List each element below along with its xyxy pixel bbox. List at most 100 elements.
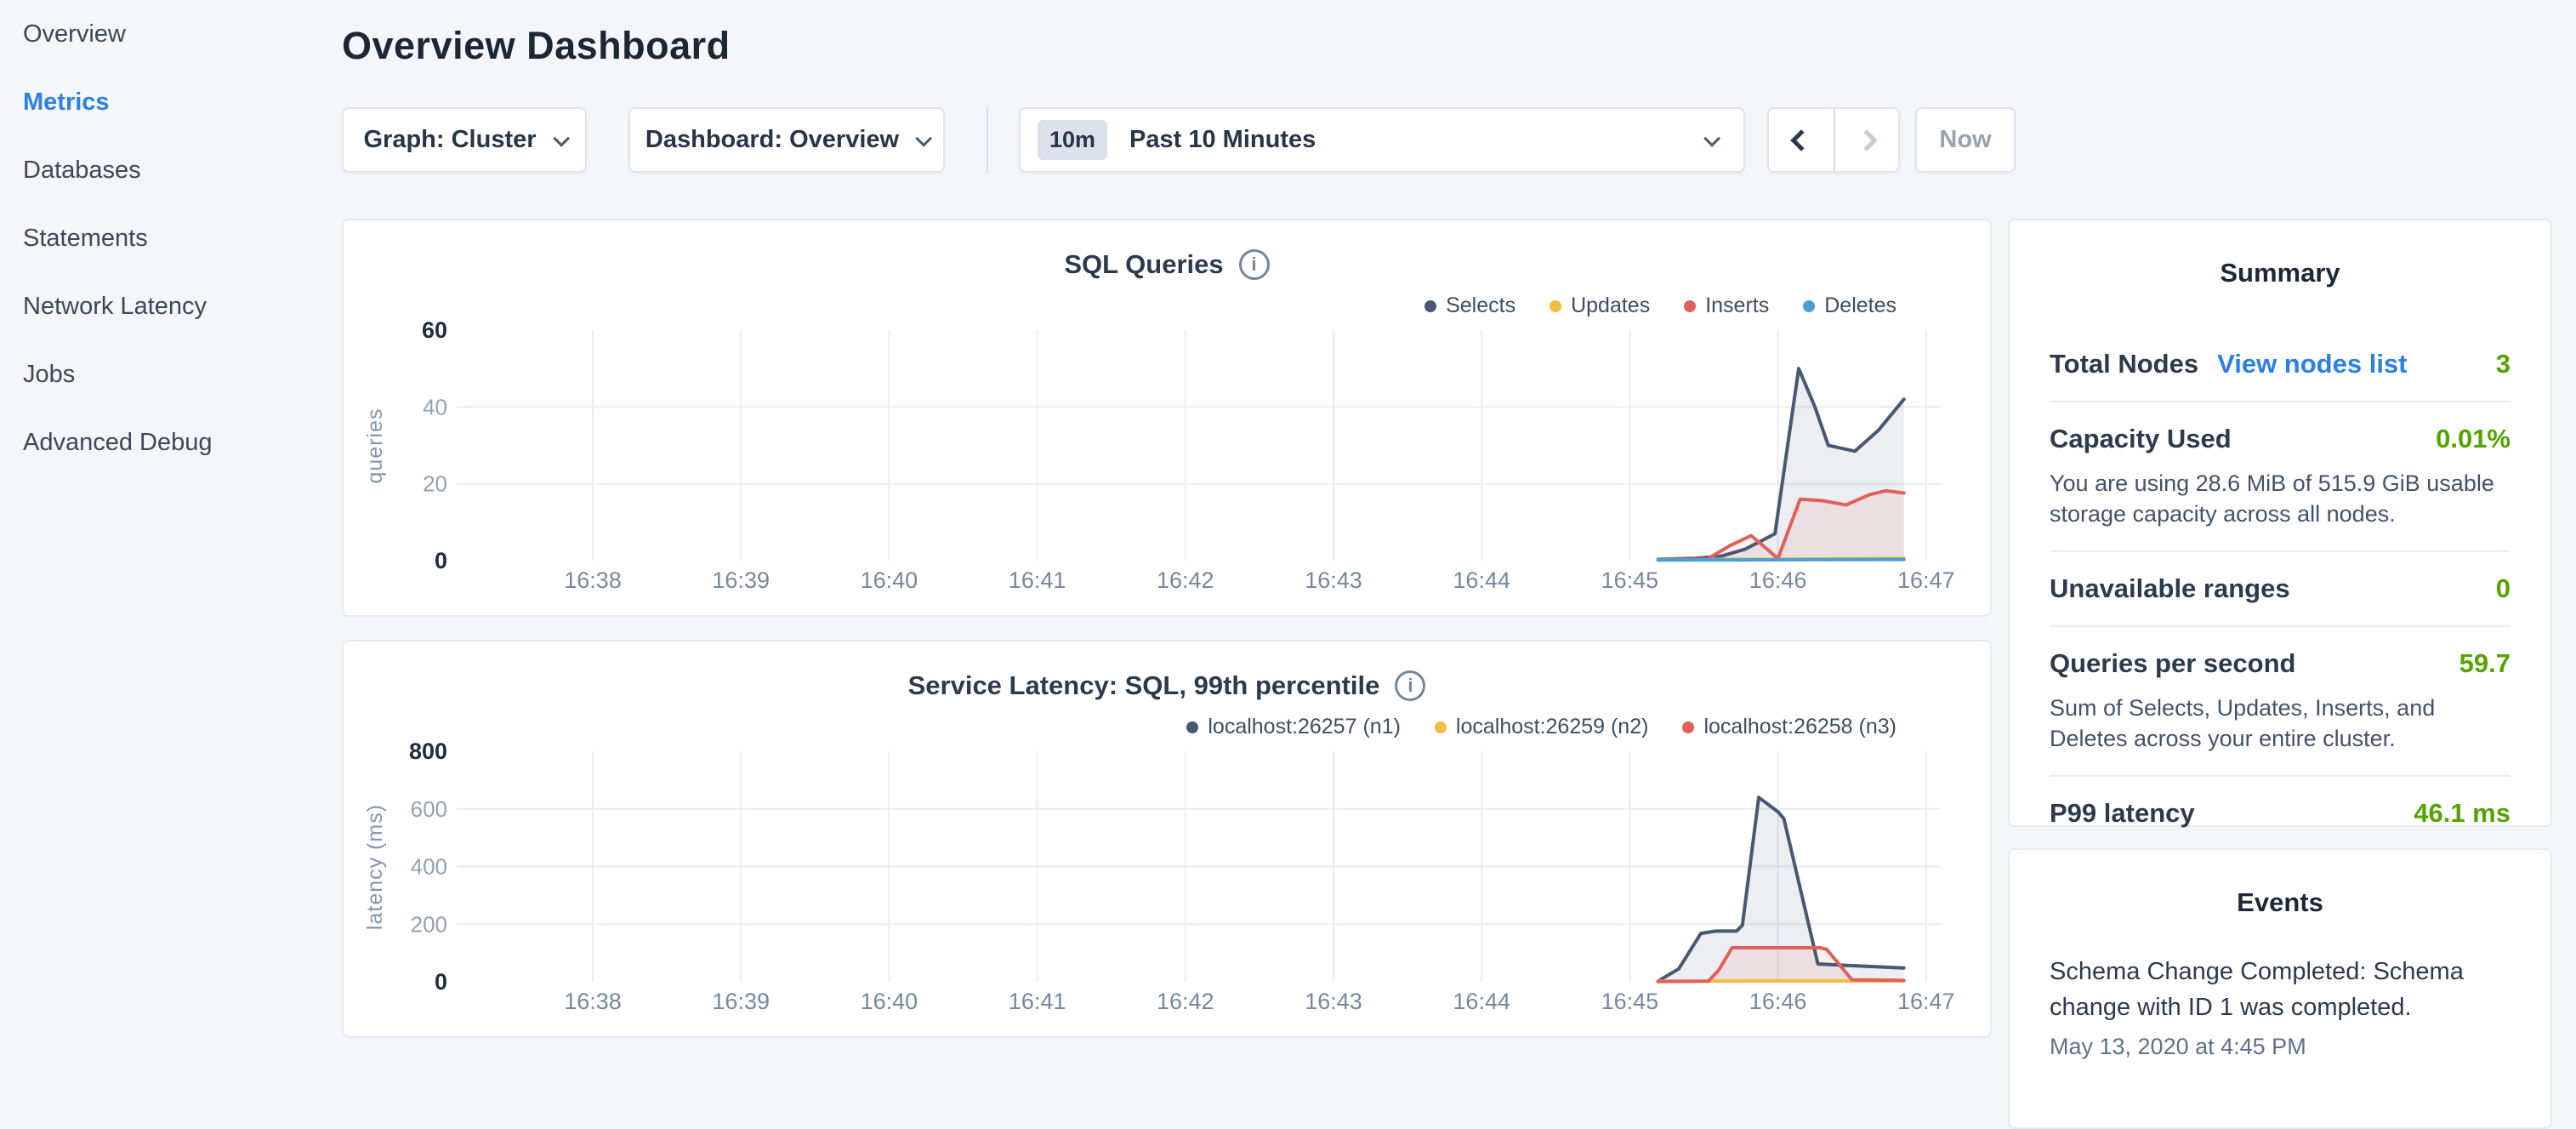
svg-text:200: 200 xyxy=(411,911,447,937)
legend-label: localhost:26257 (n1) xyxy=(1208,715,1401,739)
svg-text:16:46: 16:46 xyxy=(1749,567,1807,593)
legend-label: Deletes xyxy=(1824,294,1896,318)
summary-row-description: Sum of Selects, Updates, Inserts, and De… xyxy=(2050,693,2511,754)
svg-text:60: 60 xyxy=(422,317,447,343)
time-step-forward-button[interactable] xyxy=(1834,109,1898,171)
graph-dropdown[interactable]: Graph: Cluster xyxy=(342,107,587,173)
sidebar-item-overview[interactable]: Overview xyxy=(0,0,340,68)
legend-item: localhost:26259 (n2) xyxy=(1435,715,1649,739)
chart-legend: localhost:26257 (n1) localhost:26259 (n2)… xyxy=(1186,715,1896,739)
svg-text:16:39: 16:39 xyxy=(712,989,770,1014)
summary-row-unavailable-ranges: Unavailable ranges 0 xyxy=(2050,552,2511,627)
series-color-dot-icon xyxy=(1424,300,1436,312)
summary-row-p99-latency: P99 latency 46.1 ms xyxy=(2050,777,2511,850)
summary-row-label: Unavailable ranges xyxy=(2050,573,2290,604)
svg-text:600: 600 xyxy=(411,796,447,822)
summary-row-label: Capacity Used xyxy=(2050,424,2232,454)
sidebar-item-advanced-debug[interactable]: Advanced Debug xyxy=(0,408,340,476)
dashboard-dropdown[interactable]: Dashboard: Overview xyxy=(628,107,945,173)
svg-text:16:38: 16:38 xyxy=(564,989,622,1014)
chart-title: Service Latency: SQL, 99th percentile xyxy=(908,670,1380,701)
svg-text:16:38: 16:38 xyxy=(564,567,622,593)
svg-text:16:46: 16:46 xyxy=(1749,989,1807,1014)
legend-label: Selects xyxy=(1446,294,1515,318)
legend-item: Deletes xyxy=(1803,294,1896,318)
time-step-back-button[interactable] xyxy=(1769,109,1834,171)
svg-text:16:47: 16:47 xyxy=(1897,989,1955,1014)
dashboard-dropdown-label: Dashboard: Overview xyxy=(645,126,899,154)
event-item: Schema Change Completed: Schema change w… xyxy=(2050,954,2511,1060)
summary-row-value: 46.1 ms xyxy=(2414,798,2511,829)
series-color-dot-icon xyxy=(1435,721,1447,733)
legend-item: Updates xyxy=(1550,294,1650,318)
svg-text:16:44: 16:44 xyxy=(1453,989,1510,1014)
chevron-left-icon xyxy=(1790,129,1811,151)
sidebar-item-metrics[interactable]: Metrics xyxy=(0,68,340,136)
view-nodes-list-link[interactable]: View nodes list xyxy=(2217,349,2407,379)
chart-legend: Selects Updates Inserts Deletes xyxy=(1424,294,1896,318)
summary-rows: Total NodesView nodes list3Capacity Used… xyxy=(2050,328,2511,850)
svg-text:40: 40 xyxy=(423,394,447,419)
summary-panel: Summary Total NodesView nodes list3Capac… xyxy=(2008,219,2552,827)
events-panel: Events Schema Change Completed: Schema c… xyxy=(2008,848,2552,1129)
chart-title: SQL Queries xyxy=(1064,249,1223,280)
svg-text:16:42: 16:42 xyxy=(1157,567,1214,593)
summary-row-capacity-used: Capacity Used 0.01% You are using 28.6 MiB… xyxy=(2050,402,2511,552)
svg-text:16:43: 16:43 xyxy=(1305,989,1362,1014)
sql-queries-chart-card: 16:3816:3916:4016:4116:4216:4316:4416:45… xyxy=(342,219,1992,617)
toolbar-divider xyxy=(987,107,988,173)
legend-label: Updates xyxy=(1571,294,1650,318)
legend-item: Selects xyxy=(1424,294,1515,318)
chevron-down-icon xyxy=(1703,129,1720,146)
chevron-down-icon xyxy=(553,129,570,146)
svg-text:20: 20 xyxy=(423,471,447,497)
sidebar-item-statements[interactable]: Statements xyxy=(0,204,340,272)
summary-row-value: 59.7 xyxy=(2459,648,2511,679)
events-list: Schema Change Completed: Schema change w… xyxy=(2010,954,2550,1060)
sidebar-item-databases[interactable]: Databases xyxy=(0,136,340,204)
svg-text:queries: queries xyxy=(363,408,387,484)
time-range-badge: 10m xyxy=(1038,120,1107,160)
summary-row-value: 3 xyxy=(2496,349,2511,379)
chevron-right-icon xyxy=(1856,129,1877,151)
event-text: Schema Change Completed: Schema change w… xyxy=(2050,954,2511,1025)
page-title: Overview Dashboard xyxy=(342,24,731,68)
svg-text:16:44: 16:44 xyxy=(1453,567,1510,593)
now-button[interactable]: Now xyxy=(1915,107,2016,173)
legend-item: Inserts xyxy=(1684,294,1769,318)
summary-row-value: 0 xyxy=(2496,573,2511,604)
summary-row-queries-per-second: Queries per second 59.7 Sum of Selects, Up… xyxy=(2050,627,2511,777)
time-step-buttons xyxy=(1767,107,1900,173)
svg-text:16:41: 16:41 xyxy=(1009,567,1066,593)
info-icon[interactable]: i xyxy=(1239,249,1270,280)
svg-text:800: 800 xyxy=(409,738,447,764)
service-latency-chart-card: 16:3816:3916:4016:4116:4216:4316:4416:45… xyxy=(342,640,1992,1038)
summary-row-label: Queries per second xyxy=(2050,648,2295,679)
summary-row-description: You are using 28.6 MiB of 515.9 GiB usab… xyxy=(2050,468,2511,529)
time-range-dropdown[interactable]: 10m Past 10 Minutes xyxy=(1019,107,1745,173)
legend-item: localhost:26257 (n1) xyxy=(1186,715,1401,739)
series-color-dot-icon xyxy=(1186,721,1198,733)
sidebar-item-network-latency[interactable]: Network Latency xyxy=(0,272,340,340)
series-color-dot-icon xyxy=(1682,721,1694,733)
summary-row-label: P99 latency xyxy=(2050,798,2195,829)
svg-text:16:47: 16:47 xyxy=(1897,567,1955,593)
svg-text:16:39: 16:39 xyxy=(712,567,770,593)
svg-text:16:43: 16:43 xyxy=(1305,567,1362,593)
events-title: Events xyxy=(2010,887,2550,918)
summary-title: Summary xyxy=(2010,258,2550,288)
summary-row-value: 0.01% xyxy=(2436,424,2511,454)
svg-text:0: 0 xyxy=(435,969,447,995)
svg-text:16:42: 16:42 xyxy=(1157,989,1214,1014)
legend-label: Inserts xyxy=(1705,294,1769,318)
svg-text:400: 400 xyxy=(411,854,447,880)
legend-item: localhost:26258 (n3) xyxy=(1682,715,1896,739)
sidebar-item-jobs[interactable]: Jobs xyxy=(0,340,340,408)
svg-text:16:45: 16:45 xyxy=(1601,567,1659,593)
series-color-dot-icon xyxy=(1803,300,1815,312)
svg-text:16:41: 16:41 xyxy=(1009,989,1066,1014)
info-icon[interactable]: i xyxy=(1395,670,1425,701)
legend-label: localhost:26258 (n3) xyxy=(1703,715,1896,739)
series-color-dot-icon xyxy=(1550,300,1561,312)
event-timestamp: May 13, 2020 at 4:45 PM xyxy=(2050,1034,2511,1060)
